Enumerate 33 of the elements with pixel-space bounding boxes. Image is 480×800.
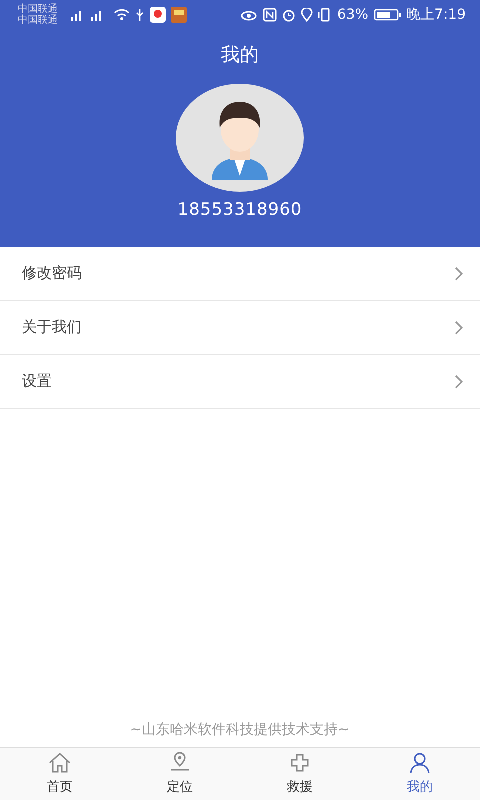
tab[interactable]: 定位 [120, 748, 240, 800]
app-icon [171, 7, 187, 23]
credit-text: ~山东哈米软件科技提供技术支持~ [129, 721, 351, 740]
chevron-icon [454, 320, 464, 336]
menu-label: 修改密码 [22, 264, 82, 283]
location-icon [301, 8, 314, 22]
wifi-icon [114, 9, 130, 21]
app-icon [150, 7, 166, 23]
chevron-icon [454, 374, 464, 390]
location-pin-icon [168, 752, 192, 774]
alarm-icon [282, 8, 296, 22]
carrier-name: 中国联通 [18, 15, 58, 26]
page-title: 我的 [221, 43, 259, 68]
menu-label: 关于我们 [22, 318, 82, 337]
menu-label: 设置 [22, 372, 52, 391]
clock: 晚上7:19 [406, 6, 466, 24]
menu-item[interactable]: 修改密码 [0, 247, 480, 301]
battery-percent: 63% [337, 7, 369, 23]
menu-item[interactable]: 关于我们 [0, 301, 480, 355]
vibrate-icon [318, 8, 332, 22]
menu-item[interactable]: 设置 [0, 355, 480, 409]
phone-number: 18553318960 [178, 200, 302, 220]
chevron-icon [454, 266, 464, 282]
battery-icon [374, 9, 402, 21]
eye-icon [240, 9, 258, 21]
tab[interactable]: 首页 [0, 748, 120, 800]
tab[interactable]: 我的 [360, 748, 480, 800]
tab[interactable]: 救援 [240, 748, 360, 800]
carrier-name: 中国联通 [18, 4, 58, 15]
person-icon [408, 752, 432, 774]
usb-icon [135, 8, 145, 22]
nfc-icon [263, 8, 278, 22]
home-icon [48, 752, 72, 774]
